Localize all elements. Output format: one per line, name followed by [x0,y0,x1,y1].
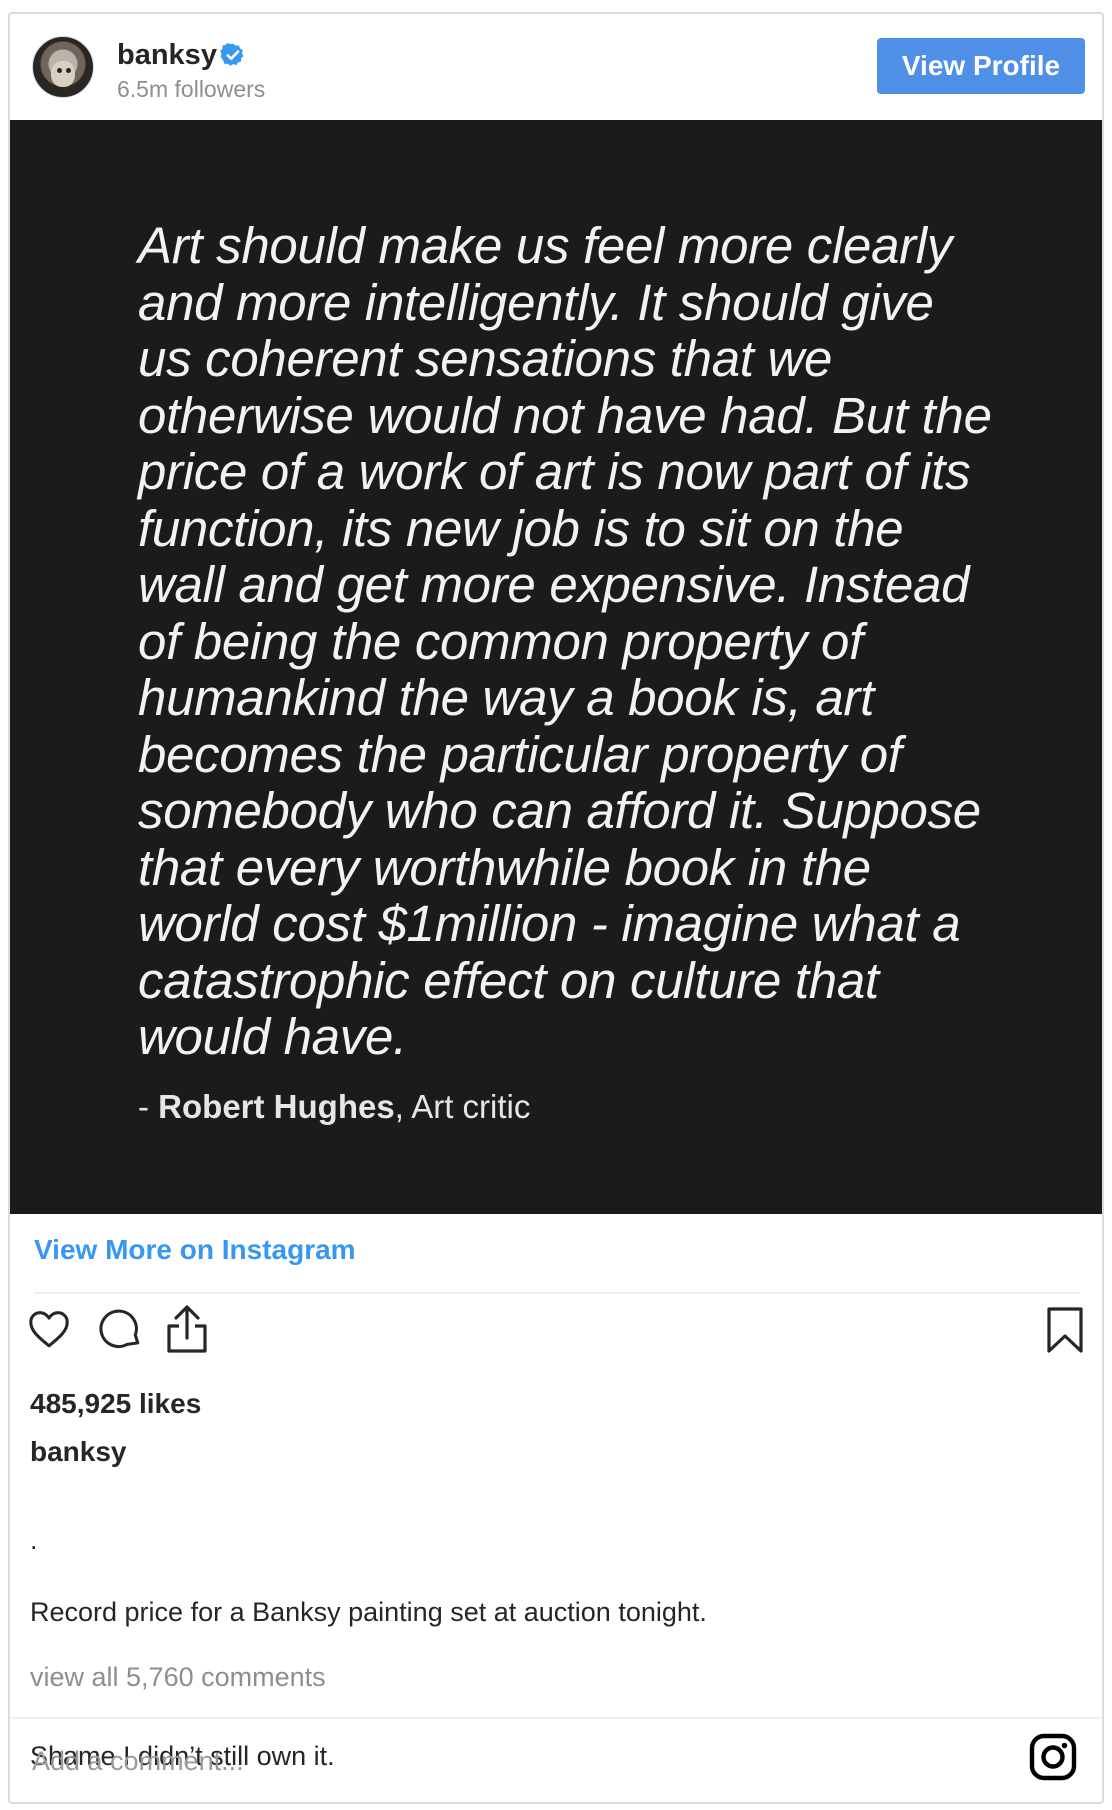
username[interactable]: banksy [117,39,217,72]
attribution-prefix: - [138,1088,159,1125]
avatar-face [51,61,75,87]
follower-count: 6.5m followers [117,76,266,102]
quote-text: Art should make us feel more clearly and… [138,217,992,1065]
heart-icon[interactable] [26,1306,72,1352]
post-image[interactable]: Art should make us feel more clearly and… [10,120,1102,1214]
avatar-eye [57,68,62,73]
post-header: banksy 6.5m followers View Profile [10,14,1102,120]
attribution-name: Robert Hughes [158,1088,395,1125]
quote-attribution: - Robert Hughes, Art critic [138,1088,530,1126]
comment-icon[interactable] [98,1306,144,1352]
share-icon[interactable] [164,1304,210,1354]
bookmark-icon[interactable] [1046,1306,1084,1354]
attribution-role: , Art critic [394,1088,531,1125]
divider [34,1292,1080,1294]
divider [10,1717,1102,1719]
add-comment-input[interactable] [30,1736,934,1786]
caption-username[interactable]: banksy [30,1436,127,1468]
view-profile-button[interactable]: View Profile [877,38,1085,94]
view-all-comments-link[interactable]: view all 5,760 comments [30,1662,326,1693]
instagram-embed-card: banksy 6.5m followers View Profile Art s… [8,12,1104,1804]
avatar-eye [66,68,71,73]
verified-badge-icon [220,42,244,66]
like-count[interactable]: 485,925 likes [30,1388,201,1420]
view-more-link[interactable]: View More on Instagram [34,1234,356,1266]
instagram-logo-icon[interactable] [1028,1732,1078,1782]
avatar[interactable] [32,36,94,98]
